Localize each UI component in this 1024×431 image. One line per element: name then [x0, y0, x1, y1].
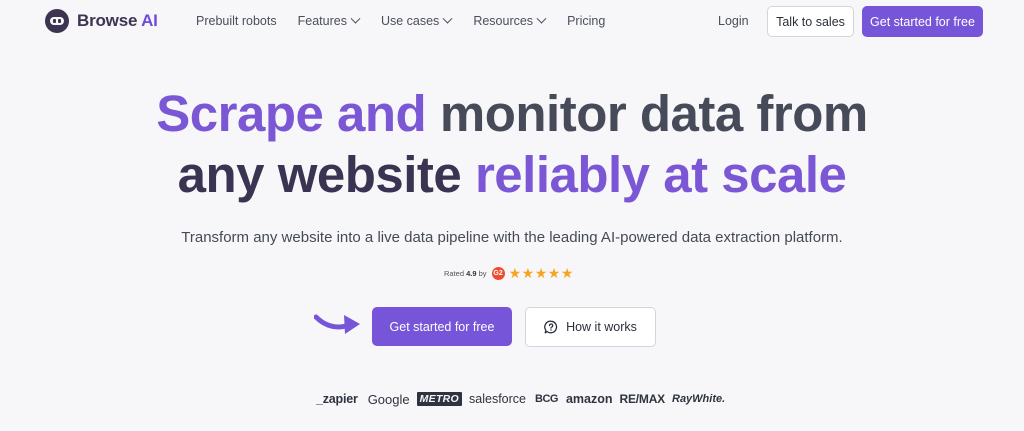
hero-get-started-button[interactable]: Get started for free — [372, 307, 512, 346]
how-it-works-button[interactable]: How it works — [525, 307, 656, 347]
brand-logo[interactable]: Browse AI — [45, 9, 158, 33]
salesforce-logo: salesforce — [469, 392, 527, 406]
hero-headline-line-1: Scrape and monitor data from — [0, 84, 1024, 144]
rating-value: 4.9 — [466, 268, 477, 278]
brand-name-main: Browse — [77, 11, 142, 30]
nav-item-features[interactable]: Features — [297, 13, 361, 28]
hero-headline-line-2: any website reliably at scale — [0, 145, 1024, 205]
g2-logo-icon: G2 — [491, 266, 505, 280]
hero-subtitle: Transform any website into a live data p… — [181, 229, 843, 246]
star-icon: ★ — [534, 265, 548, 281]
rating-suffix: by — [476, 268, 487, 278]
amazon-logo: amazon — [565, 392, 613, 406]
nav-item-prebuilt-robots[interactable]: Prebuilt robots — [196, 14, 277, 28]
chevron-down-icon — [536, 13, 547, 24]
nav-get-started-button[interactable]: Get started for free — [862, 6, 983, 37]
login-link[interactable]: Login — [718, 14, 749, 28]
bcg-logo: BCG — [535, 393, 558, 405]
nav-item-resources[interactable]: Resources — [473, 13, 547, 28]
star-icon: ★ — [547, 265, 561, 281]
how-it-works-label: How it works — [566, 320, 637, 334]
curved-arrow-icon — [314, 314, 360, 334]
nav-item-use-cases[interactable]: Use cases — [380, 13, 453, 28]
raywhite-logo: RayWhite. — [672, 393, 726, 405]
customer-logos: _zapier Google METRO salesforce BCG amaz… — [316, 390, 725, 408]
brand-name: Browse AI — [77, 11, 158, 31]
star-icon: ★ — [521, 265, 535, 281]
talk-to-sales-button[interactable]: Talk to sales — [767, 6, 854, 37]
remax-logo: RE/MAX — [619, 392, 666, 406]
nav-item-label: Pricing — [567, 14, 606, 28]
nav-item-label: Use cases — [380, 14, 440, 28]
headline-text: monitor data from — [439, 85, 868, 142]
rating-prefix: Rated — [444, 268, 467, 278]
chevron-down-icon — [350, 13, 361, 24]
nav-item-label: Features — [297, 14, 347, 28]
rating-row: Rated 4.9 by G2 ★ ★ ★ ★ ★ — [444, 266, 574, 280]
headline-highlight: reliably at scale — [474, 146, 847, 203]
zapier-logo: _zapier — [316, 392, 358, 406]
nav-item-label: Resources — [473, 14, 534, 28]
question-chat-icon — [544, 320, 558, 334]
nav-item-pricing[interactable]: Pricing — [567, 14, 605, 28]
nav-item-label: Prebuilt robots — [196, 14, 277, 28]
star-rating: ★ ★ ★ ★ ★ — [509, 266, 574, 280]
headline-highlight: Scrape and — [156, 85, 440, 142]
star-icon: ★ — [508, 265, 522, 281]
top-nav: Browse AI Prebuilt robots Features Use c… — [0, 0, 1024, 44]
main-menu: Prebuilt robots Features Use cases Resou… — [196, 13, 605, 28]
star-icon: ★ — [560, 265, 574, 281]
rating-text: Rated 4.9 by — [444, 269, 487, 278]
chevron-down-icon — [442, 13, 453, 24]
google-logo: Google — [367, 391, 410, 407]
robot-logo-icon — [45, 9, 69, 33]
brand-name-accent: AI — [141, 11, 158, 30]
headline-text: any website — [177, 146, 475, 203]
metro-logo: METRO — [416, 392, 463, 406]
